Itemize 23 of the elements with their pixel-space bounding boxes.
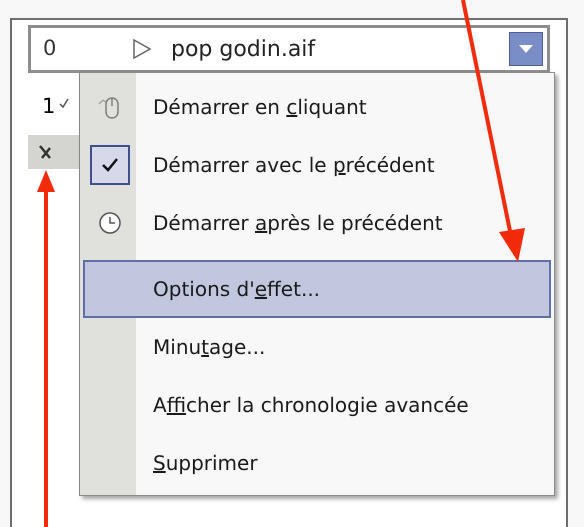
menu-item[interactable]: Minutage... bbox=[83, 318, 551, 376]
caret-icon bbox=[519, 45, 533, 53]
effect-order-number: 1 bbox=[42, 93, 56, 120]
effect-index: 0 bbox=[43, 35, 58, 62]
tick-icon bbox=[59, 97, 70, 109]
menu-item-label: Démarrer en cliquant bbox=[153, 95, 367, 119]
menu-item-label: Minutage... bbox=[153, 335, 266, 359]
menu-item[interactable]: Options d'effet... bbox=[83, 260, 551, 318]
menu-item-label: Supprimer bbox=[153, 451, 258, 475]
menu-item-label: Démarrer avec le précédent bbox=[153, 153, 435, 177]
play-icon bbox=[131, 37, 153, 61]
menu-item[interactable]: Supprimer bbox=[83, 434, 551, 492]
menu-item[interactable]: Afficher la chronologie avancée bbox=[83, 376, 551, 434]
sound-file-name: pop godin.aif bbox=[171, 36, 316, 64]
menu-item-label: Démarrer après le précédent bbox=[153, 211, 443, 235]
menu-item[interactable]: Démarrer en cliquant bbox=[83, 78, 551, 136]
check-icon bbox=[101, 157, 119, 173]
effect-combo-box[interactable]: 0 pop godin.aif bbox=[28, 25, 550, 73]
dropdown-button[interactable] bbox=[509, 32, 543, 66]
menu-item[interactable]: Démarrer après le précédent bbox=[83, 194, 551, 252]
menu-item-label: Afficher la chronologie avancée bbox=[153, 393, 469, 417]
menu-item[interactable]: Démarrer avec le précédent bbox=[83, 136, 551, 194]
menu-item-label: Options d'effet... bbox=[153, 277, 320, 301]
